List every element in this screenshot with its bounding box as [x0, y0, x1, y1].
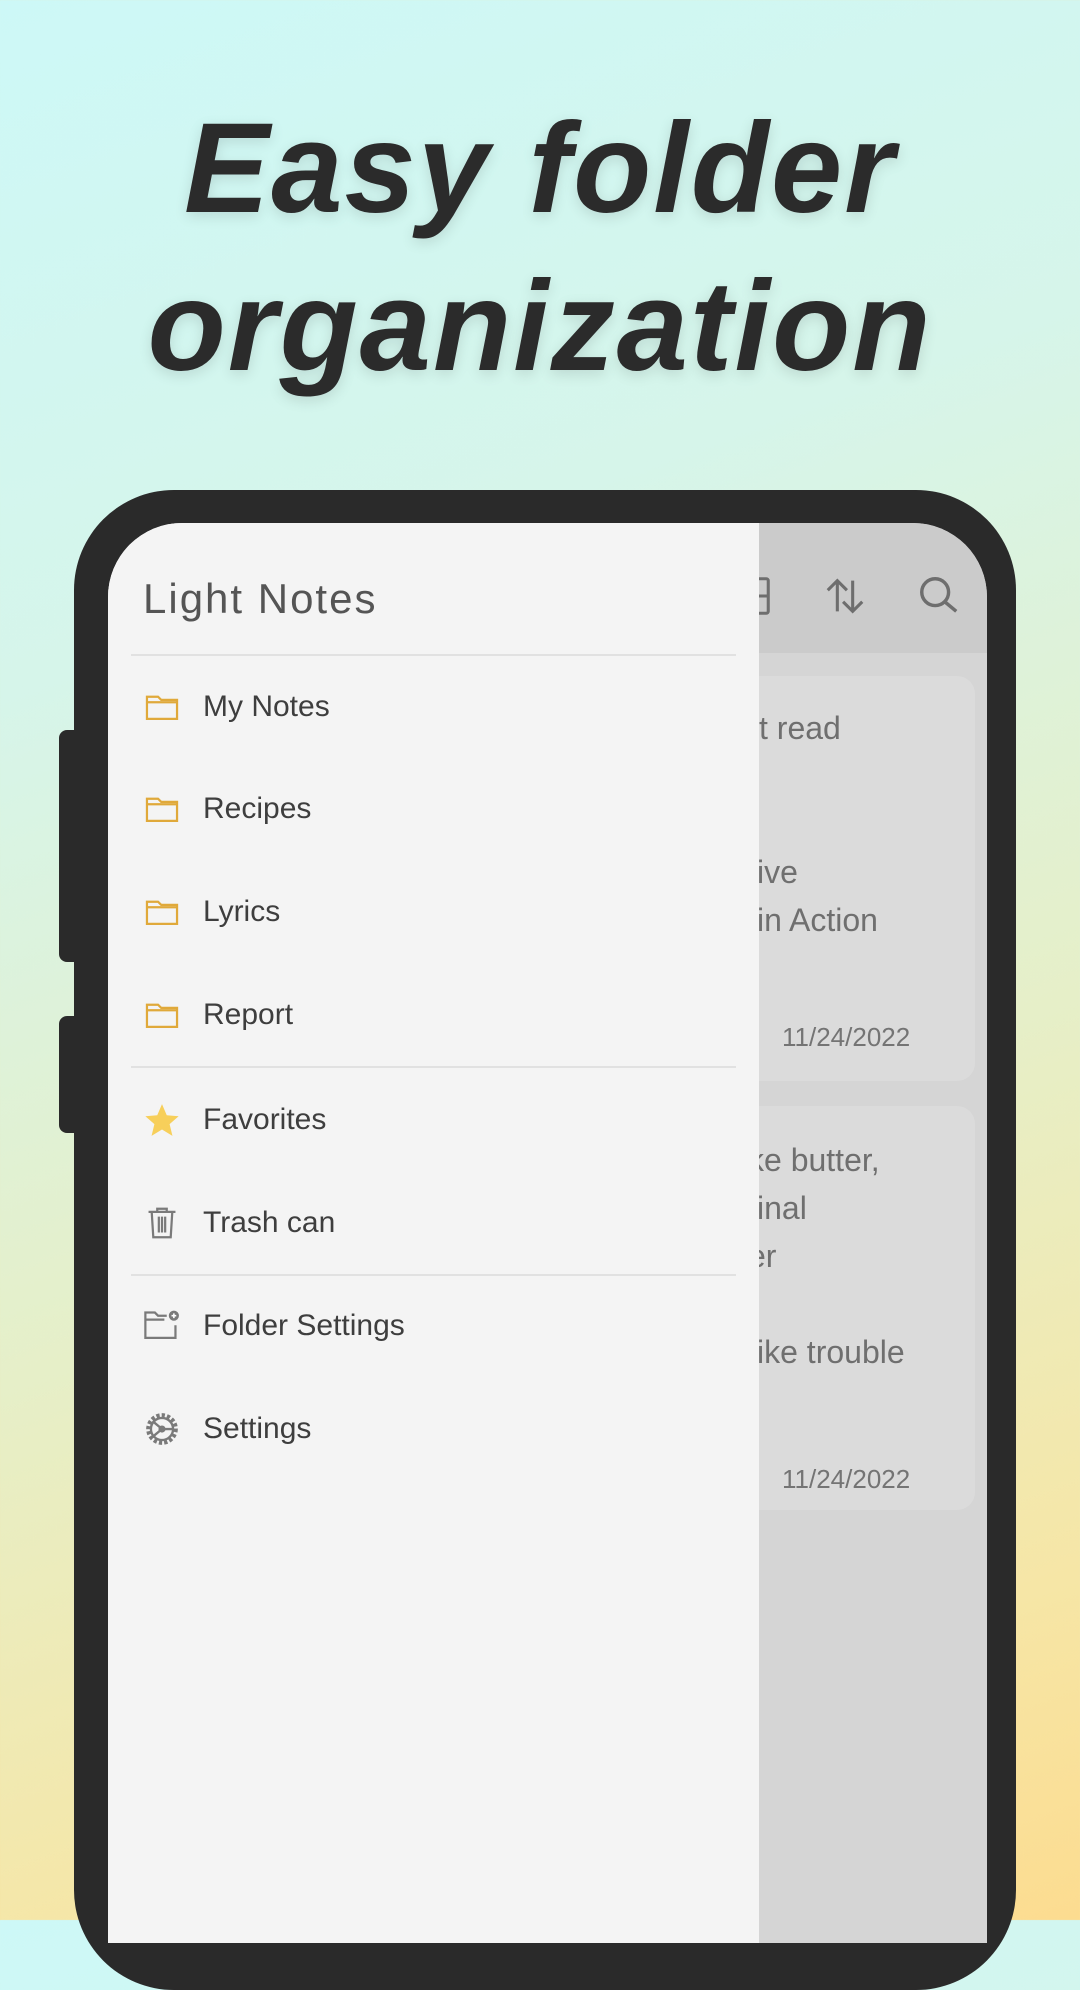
trash-can-item[interactable]: Trash can	[108, 1178, 759, 1268]
folder-item-my-notes[interactable]: My Notes	[108, 662, 759, 752]
star-icon	[145, 1104, 179, 1136]
item-label: Settings	[203, 1412, 312, 1445]
search-icon[interactable]	[916, 573, 962, 619]
settings-item[interactable]: Settings	[108, 1384, 759, 1474]
divider	[131, 1066, 736, 1068]
folder-item-lyrics[interactable]: Lyrics	[108, 867, 759, 957]
item-label: Favorites	[203, 1103, 327, 1136]
app-title: Light Notes	[143, 575, 378, 622]
note-text: inal	[757, 1190, 807, 1226]
item-label: Recipes	[203, 792, 312, 825]
folder-item-recipes[interactable]: Recipes	[108, 764, 759, 854]
folder-add-icon	[144, 1310, 179, 1339]
note-date: 11/24/2022	[782, 1022, 911, 1052]
folder-icon	[145, 900, 179, 925]
divider	[131, 654, 736, 656]
note-date: 11/24/2022	[782, 1464, 911, 1494]
headline-line-2: organization	[147, 255, 933, 398]
note-text: ike trouble	[757, 1334, 905, 1370]
item-label: Folder Settings	[203, 1309, 405, 1342]
item-label: My Notes	[203, 690, 330, 723]
sort-icon[interactable]	[822, 573, 868, 619]
item-label: Trash can	[203, 1206, 336, 1239]
folder-icon	[145, 1003, 179, 1028]
divider	[131, 1274, 736, 1276]
headline-line-1: Easy folder	[183, 97, 897, 240]
folder-item-report[interactable]: Report	[108, 970, 759, 1060]
note-text: ive	[757, 854, 798, 890]
item-label: Lyrics	[203, 895, 281, 928]
folder-icon	[145, 695, 179, 720]
note-text: in Action	[757, 902, 878, 938]
folder-icon	[145, 797, 179, 822]
folder-settings-item[interactable]: Folder Settings	[108, 1281, 759, 1371]
note-text: ke butter,	[748, 1142, 880, 1178]
item-label: Report	[203, 998, 294, 1031]
favorites-item[interactable]: Favorites	[108, 1075, 759, 1165]
trash-icon	[148, 1207, 176, 1239]
navigation-drawer: Light Notes My Notes Recipes Lyrics Repo…	[108, 523, 759, 1943]
gear-icon	[146, 1413, 178, 1445]
phone-screen: st read ive in Action 11/24/2022 ke butt…	[108, 523, 987, 1943]
